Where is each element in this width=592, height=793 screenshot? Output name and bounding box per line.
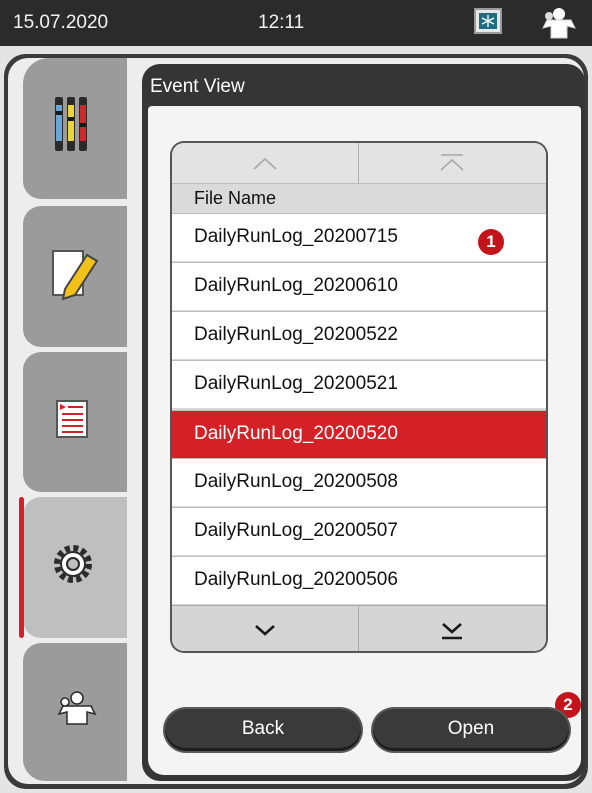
- file-name: DailyRunLog_20200520: [194, 423, 398, 444]
- snowflake-cooling-icon[interactable]: [474, 8, 502, 34]
- column-header-file-name: File Name: [172, 183, 546, 214]
- reagent-bottles-icon: [55, 97, 87, 151]
- user-icon[interactable]: [535, 6, 579, 40]
- file-row[interactable]: DailyRunLog_20200507: [172, 507, 546, 555]
- tab-reagents[interactable]: [23, 58, 127, 199]
- file-row[interactable]: DailyRunLog_20200508: [172, 458, 546, 506]
- column-header-label: File Name: [194, 188, 277, 208]
- scroll-to-top-button[interactable]: [359, 143, 545, 183]
- file-name: DailyRunLog_20200506: [194, 569, 398, 590]
- scroll-up-button[interactable]: [172, 143, 359, 183]
- file-name: DailyRunLog_20200610: [194, 275, 398, 296]
- program-list-icon: [56, 400, 88, 438]
- chevron-down-icon: [255, 625, 275, 636]
- tab-user[interactable]: [23, 643, 127, 781]
- status-bar: 15.07.2020 12:11: [0, 0, 592, 46]
- file-list: File Name DailyRunLog_20200715 DailyRunL…: [172, 143, 546, 651]
- file-name: DailyRunLog_20200522: [194, 324, 398, 345]
- scroll-to-bottom-icon: [442, 623, 462, 640]
- page-title: Event View: [150, 76, 245, 97]
- edit-document-icon: [52, 250, 99, 301]
- user-icon: [57, 691, 97, 725]
- file-name: DailyRunLog_20200508: [194, 471, 398, 492]
- file-row[interactable]: DailyRunLog_20200610: [172, 262, 546, 310]
- status-time: 12:11: [258, 12, 305, 33]
- file-row-selected[interactable]: DailyRunLog_20200520: [172, 410, 546, 458]
- file-name: DailyRunLog_20200521: [194, 373, 398, 394]
- active-tab-indicator: [19, 497, 24, 638]
- file-row[interactable]: DailyRunLog_20200506: [172, 556, 546, 604]
- back-button[interactable]: Back: [165, 709, 361, 751]
- gear-icon: [54, 545, 92, 583]
- file-row[interactable]: DailyRunLog_20200521: [172, 360, 546, 408]
- file-row[interactable]: DailyRunLog_20200522: [172, 311, 546, 359]
- scroll-down-button[interactable]: [172, 606, 359, 651]
- open-button[interactable]: Open: [373, 709, 569, 751]
- file-name: DailyRunLog_20200507: [194, 520, 398, 541]
- tab-settings[interactable]: [23, 497, 127, 638]
- scroll-to-bottom-button[interactable]: [358, 606, 545, 651]
- tab-edit[interactable]: [23, 206, 127, 347]
- file-name: DailyRunLog_20200715: [194, 226, 398, 247]
- scroll-bottom-bar: [172, 605, 546, 651]
- scroll-top-bar: [172, 143, 546, 183]
- tab-programs[interactable]: [23, 352, 127, 492]
- chevron-up-icon: [253, 157, 277, 170]
- scroll-to-top-icon: [440, 154, 464, 171]
- callout-1: 1: [478, 229, 504, 255]
- status-date: 15.07.2020: [13, 12, 109, 33]
